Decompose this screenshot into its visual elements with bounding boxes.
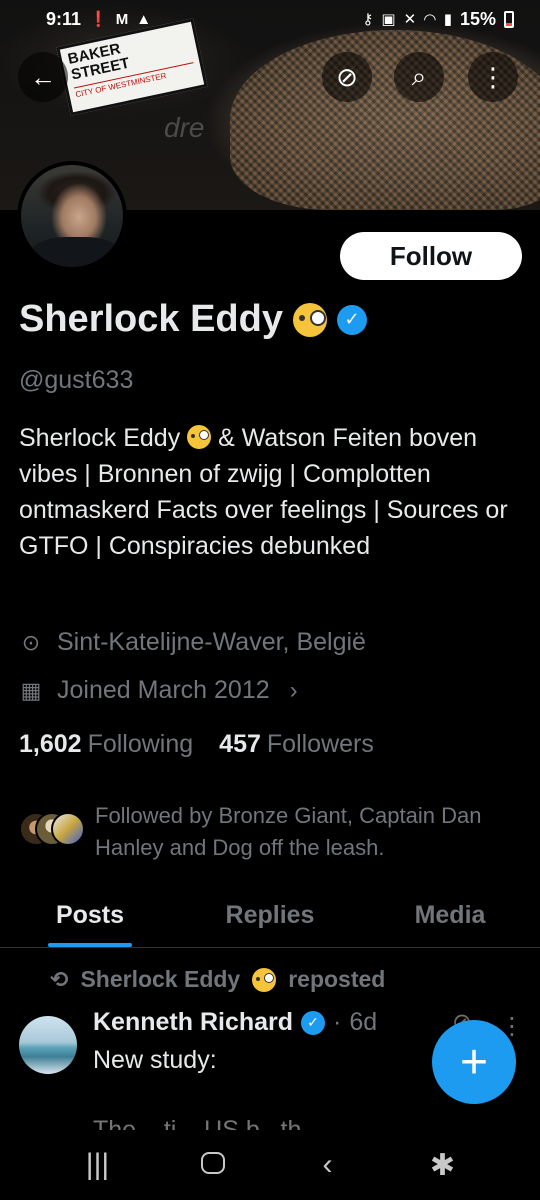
post-header: Kenneth Richard ✓ · 6d [93, 1008, 377, 1037]
bio-part-2: & Watson Feiten [218, 424, 402, 452]
chevron-right-icon: › [289, 676, 298, 704]
display-name: Sherlock Eddy [19, 298, 283, 340]
monocle-face-icon [252, 967, 277, 992]
mutual-avatars [19, 812, 85, 852]
followers-count: 457 [219, 730, 261, 758]
recent-apps-button[interactable]: ||| [68, 1148, 128, 1182]
bio-part-1: Sherlock Eddy [19, 424, 181, 452]
home-button[interactable] [183, 1148, 243, 1182]
post-author-avatar[interactable] [19, 1016, 77, 1074]
status-bar: 9:11 ❗ M ▲ ⚷ ▣ ✕ ◠ ▮ 15% [0, 0, 540, 38]
location-text: Sint-Katelijne-Waver, België [57, 628, 366, 656]
back-button[interactable]: ← [18, 52, 68, 102]
gmail-icon: M [115, 10, 129, 28]
more-vertical-icon: ⋮ [480, 61, 506, 92]
verified-badge-icon[interactable]: ✓ [336, 304, 367, 335]
profile-bio: Sherlock Eddy & Watson Feiten boven vibe… [19, 420, 519, 564]
post-dot: · [333, 1008, 342, 1036]
repost-icon: ⟲ [50, 966, 69, 992]
profile-tabs: Posts Replies Media [0, 884, 540, 948]
back-arrow-icon: ← [30, 61, 56, 92]
followers-stat[interactable]: 457 Followers [219, 730, 374, 759]
joined-text: Joined March 2012 [57, 676, 270, 704]
more-options-button[interactable]: ⋮ [468, 52, 518, 102]
battery-percent: 15% [459, 8, 496, 29]
verified-badge-icon: ✓ [301, 1010, 326, 1035]
name-row: Sherlock Eddy ✓ [19, 298, 367, 341]
lock-icon: ▣ [381, 11, 396, 28]
search-icon: ⌕ [411, 61, 427, 91]
location-pin-icon: ⊙ [21, 629, 41, 655]
monocle-face-icon [292, 302, 327, 337]
profile-avatar[interactable] [17, 161, 127, 271]
user-handle: @gust633 [19, 366, 134, 394]
post-author-name[interactable]: Kenneth Richard [93, 1008, 293, 1037]
repost-indicator: ⟲ Sherlock Eddy reposted [50, 966, 385, 993]
post-text[interactable]: New study: [93, 1043, 423, 1077]
joined-row[interactable]: ▦ Joined March 2012 › [19, 676, 298, 705]
follow-stats: 1,602 Following 457 Followers [19, 730, 374, 759]
repost-by[interactable]: Sherlock Eddy [80, 966, 240, 993]
compose-button[interactable]: + [432, 1020, 516, 1104]
mute-icon: ✕ [403, 11, 417, 28]
home-icon [200, 1152, 225, 1174]
tab-posts[interactable]: Posts [0, 884, 180, 947]
shield-alert-icon: ❗ [89, 11, 108, 28]
following-label: Following [87, 730, 194, 758]
tab-media[interactable]: Media [360, 884, 540, 947]
app-icon: ▲ [136, 10, 152, 28]
followed-by-text: Followed by Bronze Giant, Captain Dan Ha… [95, 803, 482, 860]
nav-back-button[interactable]: ‹ [298, 1148, 358, 1182]
calendar-icon: ▦ [20, 677, 42, 703]
follow-button[interactable]: Follow [340, 232, 522, 280]
mutual-avatar [51, 812, 85, 846]
tab-replies[interactable]: Replies [180, 884, 360, 947]
following-stat[interactable]: 1,602 Following [19, 730, 193, 759]
android-nav-bar: ||| ‹ ✱ [0, 1130, 540, 1200]
followers-label: Followers [266, 730, 374, 758]
signal-icon: ▮ [443, 11, 452, 28]
search-button[interactable]: ⌕ [394, 52, 444, 102]
grok-icon: ⊘ [336, 61, 358, 92]
accessibility-button[interactable]: ✱ [413, 1148, 473, 1183]
banner-watermark: dre [164, 112, 205, 143]
avatar-coat [31, 237, 121, 267]
repost-suffix: reposted [288, 966, 386, 992]
wifi-icon: ◠ [424, 11, 436, 28]
key-icon: ⚷ [362, 11, 374, 28]
battery-icon [504, 10, 514, 28]
status-time: 9:11 [46, 8, 82, 29]
following-count: 1,602 [19, 730, 82, 758]
monocle-face-icon [187, 425, 212, 449]
location-row: ⊙ Sint-Katelijne-Waver, België [19, 628, 366, 657]
post-time: 6d [349, 1008, 378, 1036]
followed-by-row[interactable]: Followed by Bronze Giant, Captain Dan Ha… [19, 800, 515, 864]
grok-button[interactable]: ⊘ [322, 52, 372, 102]
